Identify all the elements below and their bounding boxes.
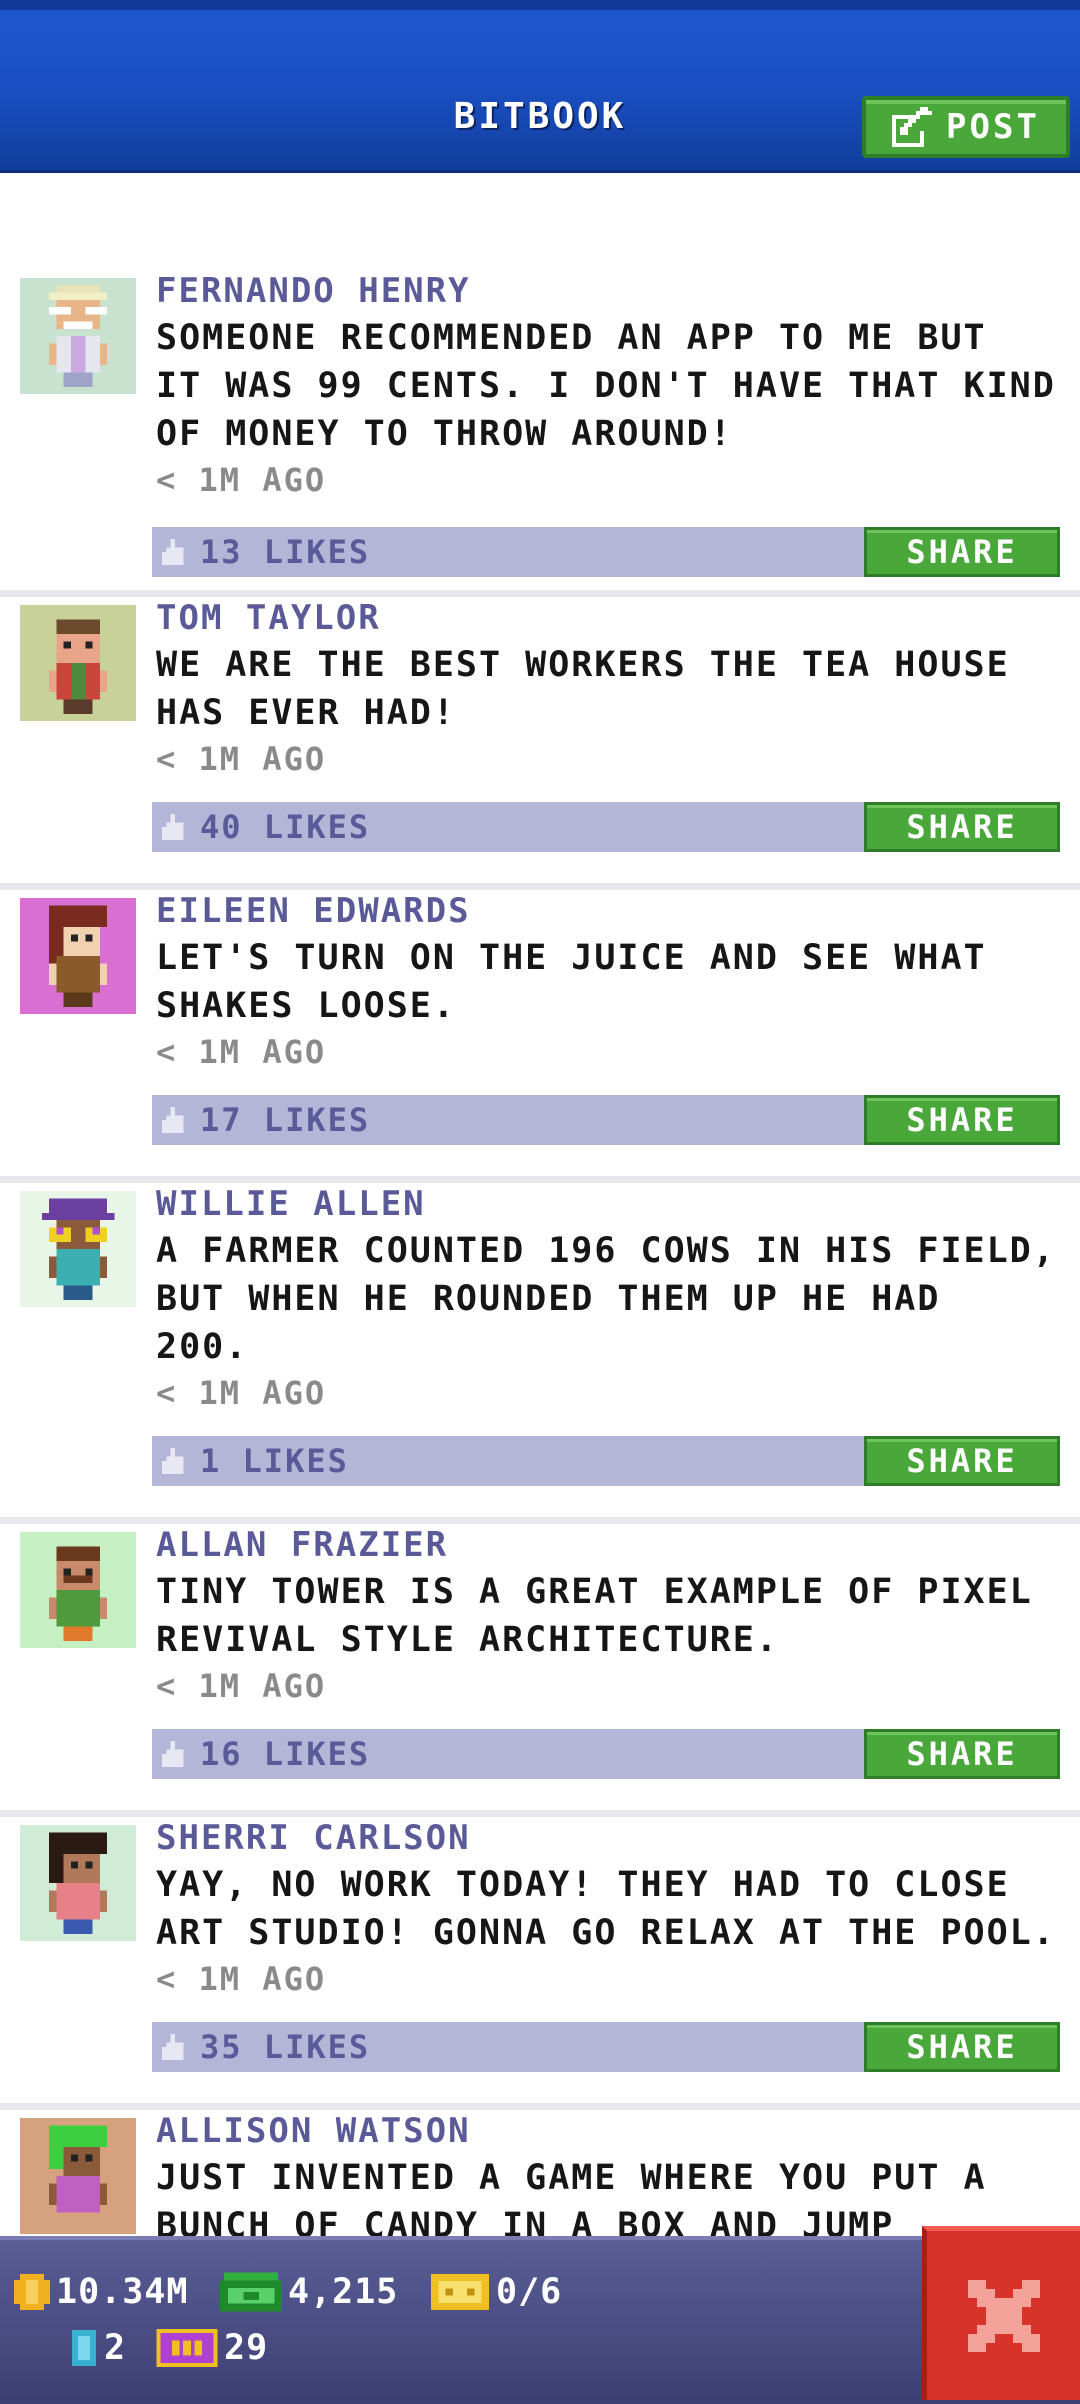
avatar[interactable] [20,898,136,1014]
post-button[interactable]: POST [862,96,1070,158]
feed-list[interactable]: FERNANDO HENRY SOMEONE RECOMMENDED AN AP… [0,270,1080,2310]
edit-icon [892,107,933,147]
coin-icon [14,2274,50,2310]
feed-post: ALLAN FRAZIER TINY TOWER IS A GREAT EXAM… [0,1524,1080,1817]
post-time: < 1M AGO [156,1960,327,1998]
share-button[interactable]: SHARE [864,1729,1060,1779]
avatar-tom-taylor [49,619,107,714]
like-icon[interactable] [162,1107,188,1133]
post-author[interactable]: EILEEN EDWARDS [156,890,471,932]
post-text: WE ARE THE BEST WORKERS THE TEA HOUSE HA… [156,645,1010,733]
post-text: YAY, NO WORK TODAY! THEY HAD TO CLOSE AR… [156,1865,1056,1953]
like-count: 35 LIKES [200,2028,371,2066]
like-icon[interactable] [162,1448,188,1474]
like-count: 40 LIKES [200,808,371,846]
post-author[interactable]: TOM TAYLOR [156,597,381,639]
feed-post: TOM TAYLOR WE ARE THE BEST WORKERS THE T… [0,597,1080,890]
post-author[interactable]: ALLAN FRAZIER [156,1524,448,1566]
post-text: A FARMER COUNTED 196 COWS IN HIS FIELD, … [156,1231,1056,1367]
share-button[interactable]: SHARE [864,1436,1060,1486]
feed-post: WILLIE ALLEN A FARMER COUNTED 196 COWS I… [0,1183,1080,1524]
post-text: LET'S TURN ON THE JUICE AND SEE WHAT SHA… [156,938,987,1026]
like-bar: 13 LIKES SHARE [152,527,1060,577]
post-text: TINY TOWER IS A GREAT EXAMPLE OF PIXEL R… [156,1572,1033,1660]
close-icon [967,2279,1040,2352]
ticket-icon [431,2274,489,2310]
feed-post: EILEEN EDWARDS LET'S TURN ON THE JUICE A… [0,890,1080,1183]
like-count: 17 LIKES [200,1101,371,1139]
post-button-label: POST [946,107,1040,147]
share-button[interactable]: SHARE [864,802,1060,852]
post-author[interactable]: FERNANDO HENRY [156,270,471,312]
like-icon[interactable] [162,2034,188,2060]
avatar-sherri-carlson [49,1832,107,1934]
like-bar: 35 LIKES SHARE [152,2022,1060,2072]
avatar[interactable] [20,1532,136,1648]
like-bar: 17 LIKES SHARE [152,1095,1060,1145]
share-button[interactable]: SHARE [864,2022,1060,2072]
avatar-allison-watson [49,2125,107,2213]
feed-post: SHERRI CARLSON YAY, NO WORK TODAY! THEY … [0,1817,1080,2110]
like-icon[interactable] [162,1741,188,1767]
like-bar: 16 LIKES SHARE [152,1729,1060,1779]
vip-stat: 29 [156,2328,268,2368]
post-author[interactable]: SHERRI CARLSON [156,1817,471,1859]
bux-value: 4,215 [288,2272,399,2312]
avatar-allan-frazier [49,1546,107,1641]
avatar-willie-allen [41,1198,115,1300]
share-button[interactable]: SHARE [864,527,1060,577]
post-time: < 1M AGO [156,461,327,499]
avatar[interactable] [20,278,136,394]
post-time: < 1M AGO [156,740,327,778]
like-bar: 40 LIKES SHARE [152,802,1060,852]
avatar[interactable] [20,1825,136,1941]
key-icon [72,2330,96,2366]
avatar[interactable] [20,2118,136,2234]
share-button[interactable]: SHARE [864,1095,1060,1145]
tickets-stat: 0/6 [430,2272,562,2312]
like-icon[interactable] [162,539,188,565]
avatar-eileen-edwards [49,905,107,1007]
feed-post: FERNANDO HENRY SOMEONE RECOMMENDED AN AP… [0,270,1080,597]
like-count: 1 LIKES [200,1442,349,1480]
avatar-fernando-henry [49,285,107,387]
bux-stat: 4,215 [220,2272,398,2312]
header-top-line [0,0,1080,10]
avatar[interactable] [20,1191,136,1307]
post-time: < 1M AGO [156,1667,327,1705]
app-header: BITBOOK POST [0,0,1080,173]
post-text: SOMEONE RECOMMENDED AN APP TO ME BUT IT … [156,318,1056,454]
avatar[interactable] [20,605,136,721]
close-button[interactable] [922,2226,1080,2400]
like-count: 16 LIKES [200,1735,371,1773]
keys-stat: 2 [70,2328,126,2368]
vip-value: 29 [224,2328,269,2368]
tickets-value: 0/6 [496,2272,563,2312]
coins-value: 10.34M [56,2272,189,2312]
like-count: 13 LIKES [200,533,371,571]
resource-bar: 10.34M 4,215 0/6 2 29 [0,2236,1080,2404]
vip-icon [156,2329,218,2367]
like-icon[interactable] [162,814,188,840]
like-bar: 1 LIKES SHARE [152,1436,1060,1486]
post-time: < 1M AGO [156,1033,327,1071]
post-time: < 1M AGO [156,1374,327,1412]
keys-value: 2 [104,2328,127,2368]
coins-stat: 10.34M [14,2272,188,2312]
post-author[interactable]: WILLIE ALLEN [156,1183,426,1225]
bux-icon [220,2272,282,2312]
post-author[interactable]: ALLISON WATSON [156,2110,471,2152]
